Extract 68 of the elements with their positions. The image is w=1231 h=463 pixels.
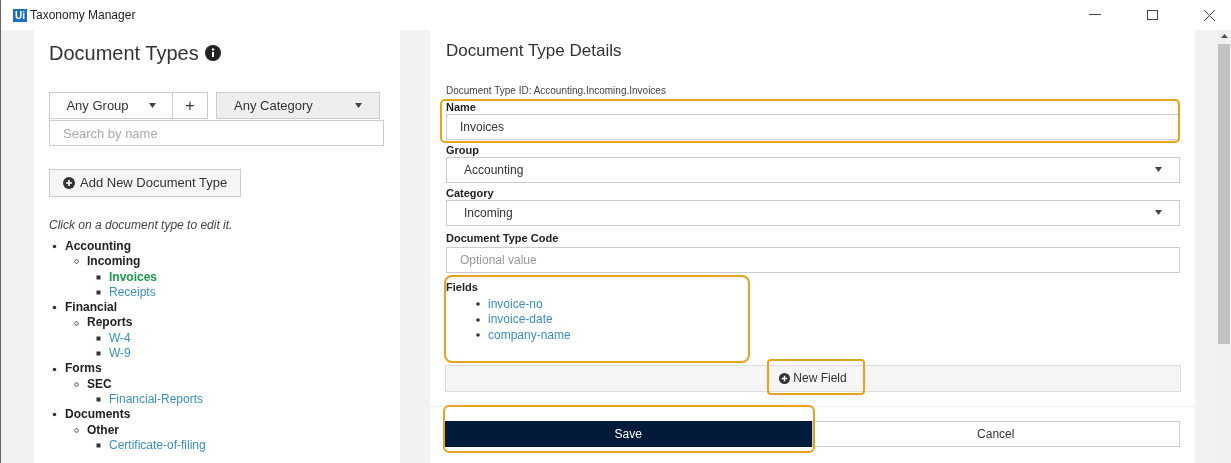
plus-circle-icon [63, 177, 75, 189]
tree-group: Incoming [87, 254, 141, 270]
info-icon[interactable] [204, 45, 221, 61]
group-select[interactable]: Accounting [446, 156, 1180, 183]
field-link[interactable]: company-name [488, 327, 571, 343]
bullet-icon [96, 335, 101, 341]
field-label: Name [446, 100, 477, 113]
cancel-button[interactable]: Cancel [811, 420, 1180, 447]
add-document-type-button[interactable]: Add New Document Type [49, 169, 242, 197]
bullet-icon [96, 351, 101, 357]
document-type-link[interactable]: Certificate-of-filing [109, 437, 206, 454]
document-type-link[interactable]: W-9 [109, 346, 131, 362]
caret-icon [148, 103, 156, 108]
document-type-id: Document Type ID: Accounting.Incoming.Invoices [446, 83, 667, 98]
bullet-icon [74, 427, 79, 433]
tree-group: Other [87, 422, 119, 438]
caret-icon [1155, 210, 1162, 215]
plus-circle-icon [779, 372, 791, 384]
maximize-icon[interactable] [1147, 10, 1158, 20]
bullet-icon [52, 244, 57, 250]
category-dropdown[interactable]: Any Category [216, 92, 380, 119]
bullet-icon [74, 320, 79, 326]
window-title: Taxonomy Manager [30, 7, 136, 24]
bullet-icon [96, 274, 101, 280]
search-field[interactable]: Search by name [49, 120, 384, 146]
group-dropdown[interactable]: Any Group [49, 92, 173, 119]
caret-icon [1155, 167, 1162, 172]
app-logo: Ui [13, 8, 27, 22]
bullet-icon [52, 305, 57, 311]
tree-group: Accounting [65, 239, 131, 255]
scroll-up-icon[interactable] [1220, 34, 1228, 38]
field-link[interactable]: invoice-no [488, 296, 543, 312]
bullet-icon [52, 366, 57, 372]
document-type-link[interactable]: Invoices [109, 269, 158, 285]
add-group-button[interactable]: + [172, 92, 208, 119]
bullet-icon [476, 302, 480, 307]
field-link[interactable]: invoice-date [488, 312, 553, 328]
bullet-icon [96, 290, 101, 296]
caret-icon [355, 103, 362, 108]
close-icon[interactable] [1204, 9, 1215, 21]
bullet-icon [74, 381, 79, 387]
tree-group: Reports [87, 315, 133, 331]
tree-group: Financial [65, 300, 117, 316]
bullet-icon [476, 333, 480, 338]
bullet-icon [74, 259, 79, 265]
instruction-text: Click on a document type to edit it. [49, 217, 234, 234]
tree-group: SEC [87, 376, 112, 392]
field-label: Category [446, 186, 495, 200]
new-field-button[interactable]: New Field [445, 364, 1181, 392]
minimize-icon[interactable] [1089, 14, 1101, 16]
bullet-icon [476, 317, 480, 322]
document-type-code-field[interactable]: Optional value [446, 246, 1180, 273]
field-label: Document Type Code [446, 231, 560, 245]
tree-group: Forms [65, 361, 102, 377]
document-type-link[interactable]: W-4 [109, 330, 131, 347]
category-select[interactable]: Incoming [446, 199, 1180, 226]
field-label: Group [446, 143, 480, 157]
document-type-link[interactable]: Financial-Reports [109, 391, 204, 408]
document-type-link[interactable]: Receipts [109, 284, 156, 301]
tree-group: Documents [65, 407, 131, 423]
name-field[interactable]: Invoices [446, 113, 1180, 140]
bullet-icon [96, 443, 101, 448]
panel-title: Document Type Details [446, 40, 623, 62]
bullet-icon [96, 397, 101, 403]
save-button[interactable]: Save [445, 420, 812, 447]
field-label: Fields [446, 280, 479, 294]
bullet-icon [52, 412, 57, 418]
panel-title: Document Types [49, 41, 199, 66]
